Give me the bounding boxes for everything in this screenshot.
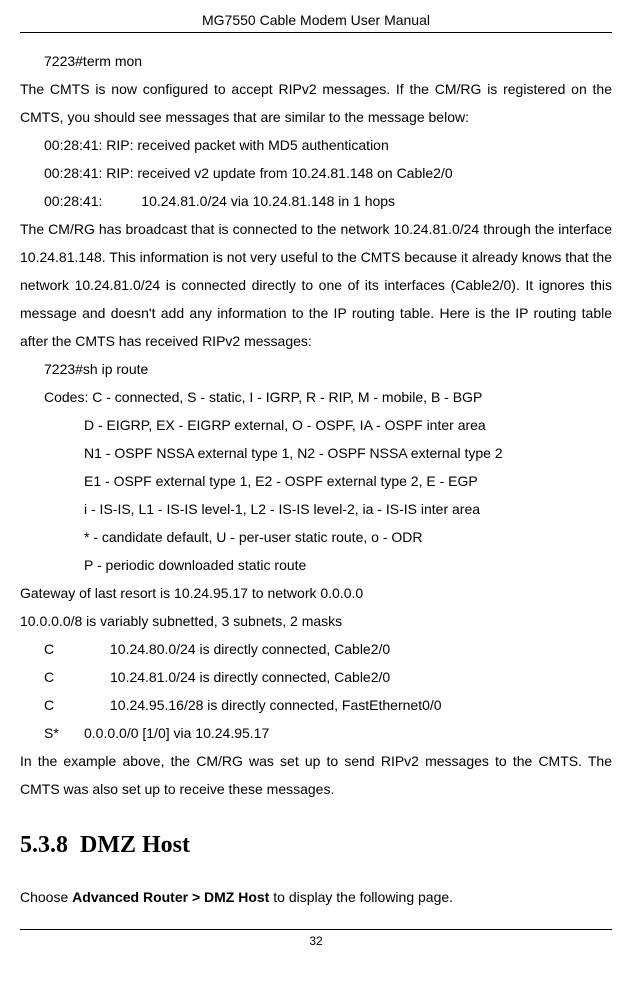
paragraph-intro: The CMTS is now configured to accept RIP…: [20, 75, 612, 131]
route-code: C: [44, 691, 110, 719]
codes-line-4: E1 - OSPF external type 1, E2 - OSPF ext…: [20, 467, 612, 495]
section-number: 5.3.8: [20, 832, 68, 858]
codes-line-3: N1 - OSPF NSSA external type 1, N2 - OSP…: [20, 439, 612, 467]
route-text: 10.24.80.0/24 is directly connected, Cab…: [110, 641, 390, 657]
page-number: 32: [309, 934, 322, 948]
route-code: S*: [44, 719, 84, 747]
route-code: C: [44, 663, 110, 691]
choose-instruction: Choose Advanced Router > DMZ Host to dis…: [20, 883, 612, 911]
route-code: C: [44, 635, 110, 663]
log-line-1: 00:28:41: RIP: received packet with MD5 …: [20, 131, 612, 159]
route-text: 10.24.95.16/28 is directly connected, Fa…: [110, 697, 442, 713]
log-route: 10.24.81.0/24 via 10.24.81.148 in 1 hops: [141, 193, 395, 209]
section-heading: 5.3.8 DMZ Host: [20, 821, 612, 869]
paragraph-summary: In the example above, the CM/RG was set …: [20, 747, 612, 803]
codes-line-5: i - IS-IS, L1 - IS-IS level-1, L2 - IS-I…: [20, 495, 612, 523]
subnets-line: 10.0.0.0/8 is variably subnetted, 3 subn…: [20, 607, 612, 635]
gateway-line: Gateway of last resort is 10.24.95.17 to…: [20, 579, 612, 607]
route-4: S*0.0.0.0/0 [1/0] via 10.24.95.17: [20, 719, 612, 747]
choose-prefix: Choose: [20, 889, 72, 905]
route-2: C10.24.81.0/24 is directly connected, Ca…: [20, 663, 612, 691]
codes-line-6: * - candidate default, U - per-user stat…: [20, 523, 612, 551]
choose-suffix: to display the following page.: [269, 889, 453, 905]
paragraph-explanation: The CM/RG has broadcast that is connecte…: [20, 215, 612, 355]
terminal-command: 7223#term mon: [20, 47, 612, 75]
log-line-2: 00:28:41: RIP: received v2 update from 1…: [20, 159, 612, 187]
sh-ip-route-command: 7223#sh ip route: [20, 355, 612, 383]
menu-path: Advanced Router > DMZ Host: [72, 889, 269, 905]
route-text: 10.24.81.0/24 is directly connected, Cab…: [110, 669, 390, 685]
route-3: C10.24.95.16/28 is directly connected, F…: [20, 691, 612, 719]
page-header-title: MG7550 Cable Modem User Manual: [20, 12, 612, 33]
page-content: 7223#term mon The CMTS is now configured…: [20, 47, 612, 911]
route-1: C10.24.80.0/24 is directly connected, Ca…: [20, 635, 612, 663]
codes-line-7: P - periodic downloaded static route: [20, 551, 612, 579]
codes-line-1: Codes: C - connected, S - static, I - IG…: [20, 383, 612, 411]
log-line-3: 00:28:41: 10.24.81.0/24 via 10.24.81.148…: [20, 187, 612, 215]
route-text: 0.0.0.0/0 [1/0] via 10.24.95.17: [84, 725, 269, 741]
page-footer: 32: [20, 929, 612, 948]
section-title: DMZ Host: [80, 832, 190, 858]
log-time: 00:28:41:: [44, 193, 102, 209]
codes-line-2: D - EIGRP, EX - EIGRP external, O - OSPF…: [20, 411, 612, 439]
